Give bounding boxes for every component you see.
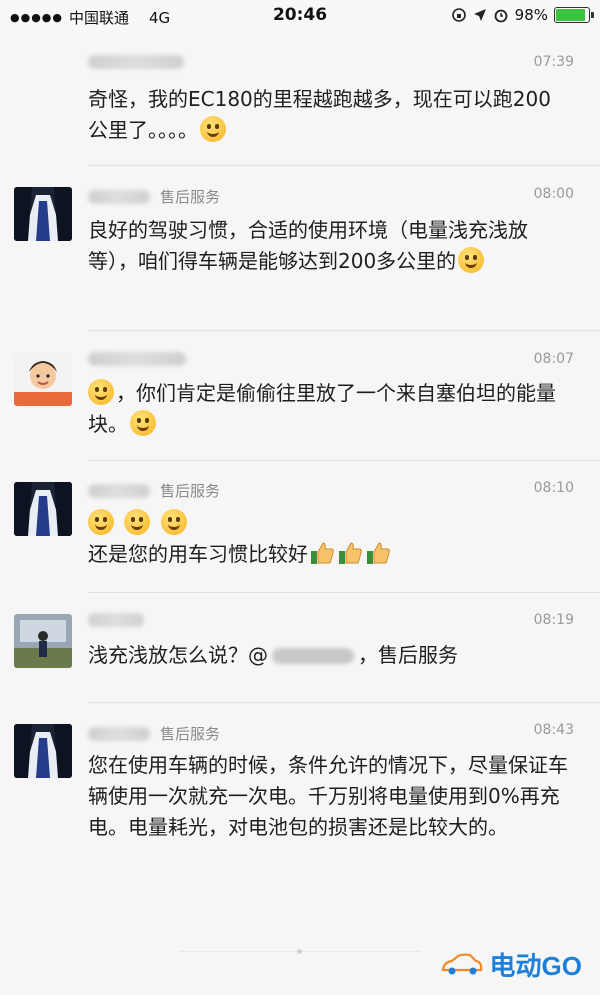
message-text: 您在使用车辆的时候，条件允许的情况下，尽量保证车辆使用一次就充一次电。千万别将电… xyxy=(88,753,568,839)
avatar[interactable] xyxy=(14,352,72,406)
sender-name-redacted xyxy=(88,352,186,366)
battery-percent: 98% xyxy=(514,6,548,24)
avatar[interactable] xyxy=(14,724,72,778)
list-item[interactable]: 08:19 浅充浅放怎么说？@ ，售后服务 xyxy=(0,592,600,702)
list-item[interactable]: 售后服务 08:10 还是您的用车习惯比较好 xyxy=(0,460,600,592)
message-time: 07:39 xyxy=(533,54,574,70)
status-right: 98% xyxy=(451,6,594,24)
message-time: 08:07 xyxy=(533,351,574,367)
sender-name-redacted xyxy=(88,726,150,741)
smiling-face-emoji-icon xyxy=(458,247,485,273)
rotation-lock-icon xyxy=(451,8,466,22)
divider xyxy=(88,592,600,593)
sender-row: 售后服务 xyxy=(88,723,220,744)
divider xyxy=(88,330,600,331)
message-time: 08:00 xyxy=(533,186,574,202)
list-item[interactable]: 售后服务 08:00 良好的驾驶习惯，合适的使用环境（电量浅充浅放等），咱们得车… xyxy=(0,165,600,330)
message-time: 08:10 xyxy=(533,480,574,496)
page-indicator-dot xyxy=(297,949,302,954)
message-text: 良好的驾驶习惯，合适的使用环境（电量浅充浅放等），咱们得车辆是能够达到200多公… xyxy=(88,218,528,273)
thinking-face-emoji-icon xyxy=(130,410,156,436)
message-time: 08:19 xyxy=(533,612,574,628)
sender-role: 售后服务 xyxy=(160,188,221,206)
divider xyxy=(88,702,600,703)
message-time: 08:43 xyxy=(533,722,574,738)
avatar[interactable] xyxy=(14,187,72,241)
grinning-face-emoji-icon xyxy=(124,509,151,535)
battery-icon xyxy=(554,7,594,23)
sender-row xyxy=(88,55,184,69)
car-logo-icon xyxy=(441,953,482,974)
heart-eyes-emoji-icon xyxy=(88,379,114,405)
list-item[interactable]: 07:39 奇怪，我的EC180的里程越跑越多，现在可以跑200公里了。。。。 xyxy=(0,32,600,165)
watermark-logo: 电动GO xyxy=(440,946,582,983)
thumbs-up-emoji-icon xyxy=(367,542,390,564)
mention-redacted[interactable] xyxy=(272,648,354,664)
avatar[interactable] xyxy=(14,482,72,536)
watermark-text: 电动GO xyxy=(489,951,582,981)
battery-fill xyxy=(556,9,586,21)
message-feed[interactable]: 07:39 奇怪，我的EC180的里程越跑越多，现在可以跑200公里了。。。。 … xyxy=(0,32,600,902)
thumbs-up-emoji-icon xyxy=(339,542,362,564)
dizzy-face-emoji-icon xyxy=(200,116,226,142)
location-icon xyxy=(473,9,486,21)
sender-name-redacted xyxy=(88,483,150,498)
divider xyxy=(88,460,600,461)
sender-role: 售后服务 xyxy=(160,482,221,500)
grinning-face-emoji-icon xyxy=(88,509,114,535)
grinning-face-emoji-icon xyxy=(160,509,187,535)
sender-name-redacted xyxy=(88,613,144,627)
sender-row: 售后服务 xyxy=(88,480,220,501)
sender-row xyxy=(88,613,144,627)
message-text: 奇怪，我的EC180的里程越跑越多，现在可以跑200公里了。。。。 xyxy=(88,87,551,142)
sender-role: 售后服务 xyxy=(160,725,221,743)
divider xyxy=(88,165,600,166)
thumbs-up-emoji-icon xyxy=(311,542,334,564)
message-text: 浅充浅放怎么说？@ ，售后服务 xyxy=(88,643,458,667)
message-text: ，你们肯定是偷偷往里放了一个来自塞伯坦的能量块。 xyxy=(88,379,556,436)
status-bar: ●●●●● 中国联通 4G 20:46 98% xyxy=(0,0,600,32)
emoji-row xyxy=(88,508,570,539)
alarm-icon xyxy=(494,9,508,23)
list-item[interactable]: 售后服务 08:43 您在使用车辆的时候，条件允许的情况下，尽量保证车辆使用一次… xyxy=(0,702,600,902)
list-item[interactable]: 08:07 ，你们肯定是偷偷往里放了一个来自塞伯坦的能量块。 xyxy=(0,330,600,460)
sender-row: 售后服务 xyxy=(88,186,220,207)
sender-name-redacted xyxy=(88,189,150,204)
sender-name-redacted xyxy=(88,55,184,69)
avatar[interactable] xyxy=(14,614,72,668)
sender-row xyxy=(88,352,186,366)
message-text: 还是您的用车习惯比较好 xyxy=(88,508,570,570)
